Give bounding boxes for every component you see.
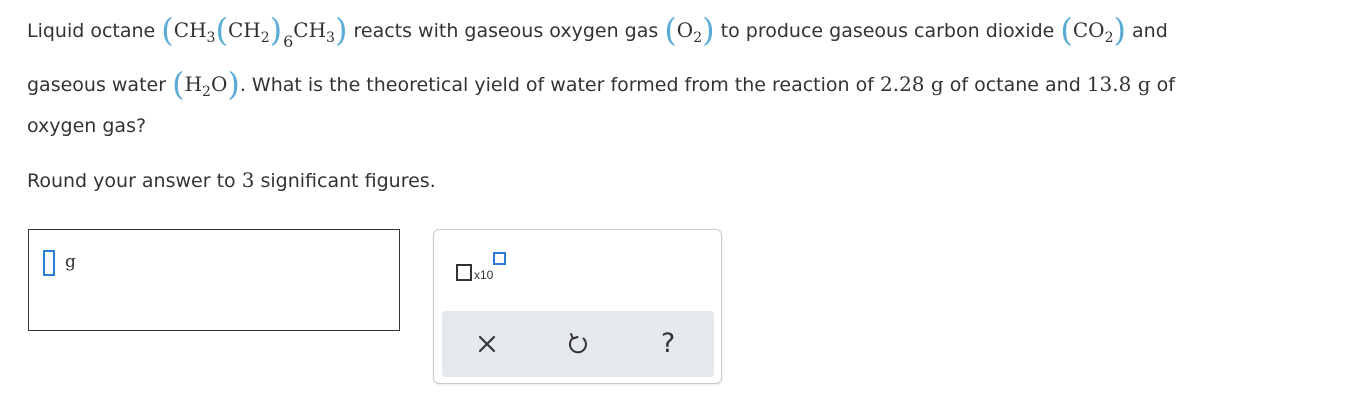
octane-formula: (CH3(CH2)6CH3): [161, 11, 348, 51]
x10-label: x10: [474, 268, 494, 282]
question-line-3: oxygen gas?: [27, 106, 146, 146]
question-text: of: [1156, 74, 1175, 96]
co2-formula: (CO2): [1060, 11, 1126, 49]
answer-input[interactable]: [43, 250, 55, 276]
exponent-box-icon: [493, 252, 506, 265]
answer-box[interactable]: g: [28, 229, 400, 331]
question-text: of octane and: [949, 74, 1081, 96]
octane-mass: 2.28 g: [879, 72, 944, 96]
unit-label: g: [65, 252, 76, 272]
oxygen-formula: (O2): [664, 11, 715, 49]
mantissa-box-icon: [456, 264, 472, 281]
undo-icon: [568, 333, 587, 354]
question-line-1: Liquid octane (CH3(CH2)6CH3) reacts with…: [27, 10, 1168, 62]
close-x-icon: [478, 335, 496, 353]
scientific-notation-button[interactable]: x10: [456, 252, 516, 288]
instruction-line: Round your answer to 3 significant figur…: [27, 160, 436, 201]
undo-button[interactable]: [562, 328, 594, 360]
clear-button[interactable]: [471, 328, 503, 360]
question-text: oxygen gas?: [27, 115, 147, 137]
question-text: . What is the theoretical yield of water…: [239, 74, 874, 96]
question-mark-icon: ?: [660, 328, 676, 359]
instruction-text: significant figures.: [260, 170, 436, 192]
question-text: gaseous water: [27, 74, 167, 96]
question-line-2: gaseous water (H2O). What is the theoret…: [27, 64, 1175, 112]
question-text: Liquid octane: [27, 20, 156, 42]
sig-fig-number: 3: [241, 168, 255, 192]
oxygen-mass: 13.8 g: [1086, 72, 1151, 96]
question-text: to produce gaseous carbon dioxide: [720, 20, 1055, 42]
help-button[interactable]: ?: [652, 328, 684, 360]
math-tool-panel: x10 ?: [433, 229, 722, 384]
water-formula: (H2O): [172, 65, 240, 103]
action-bar: ?: [442, 311, 714, 377]
instruction-text: Round your answer to: [27, 170, 236, 192]
question-text: reacts with gaseous oxygen gas: [353, 20, 659, 42]
question-text: and: [1132, 20, 1168, 42]
